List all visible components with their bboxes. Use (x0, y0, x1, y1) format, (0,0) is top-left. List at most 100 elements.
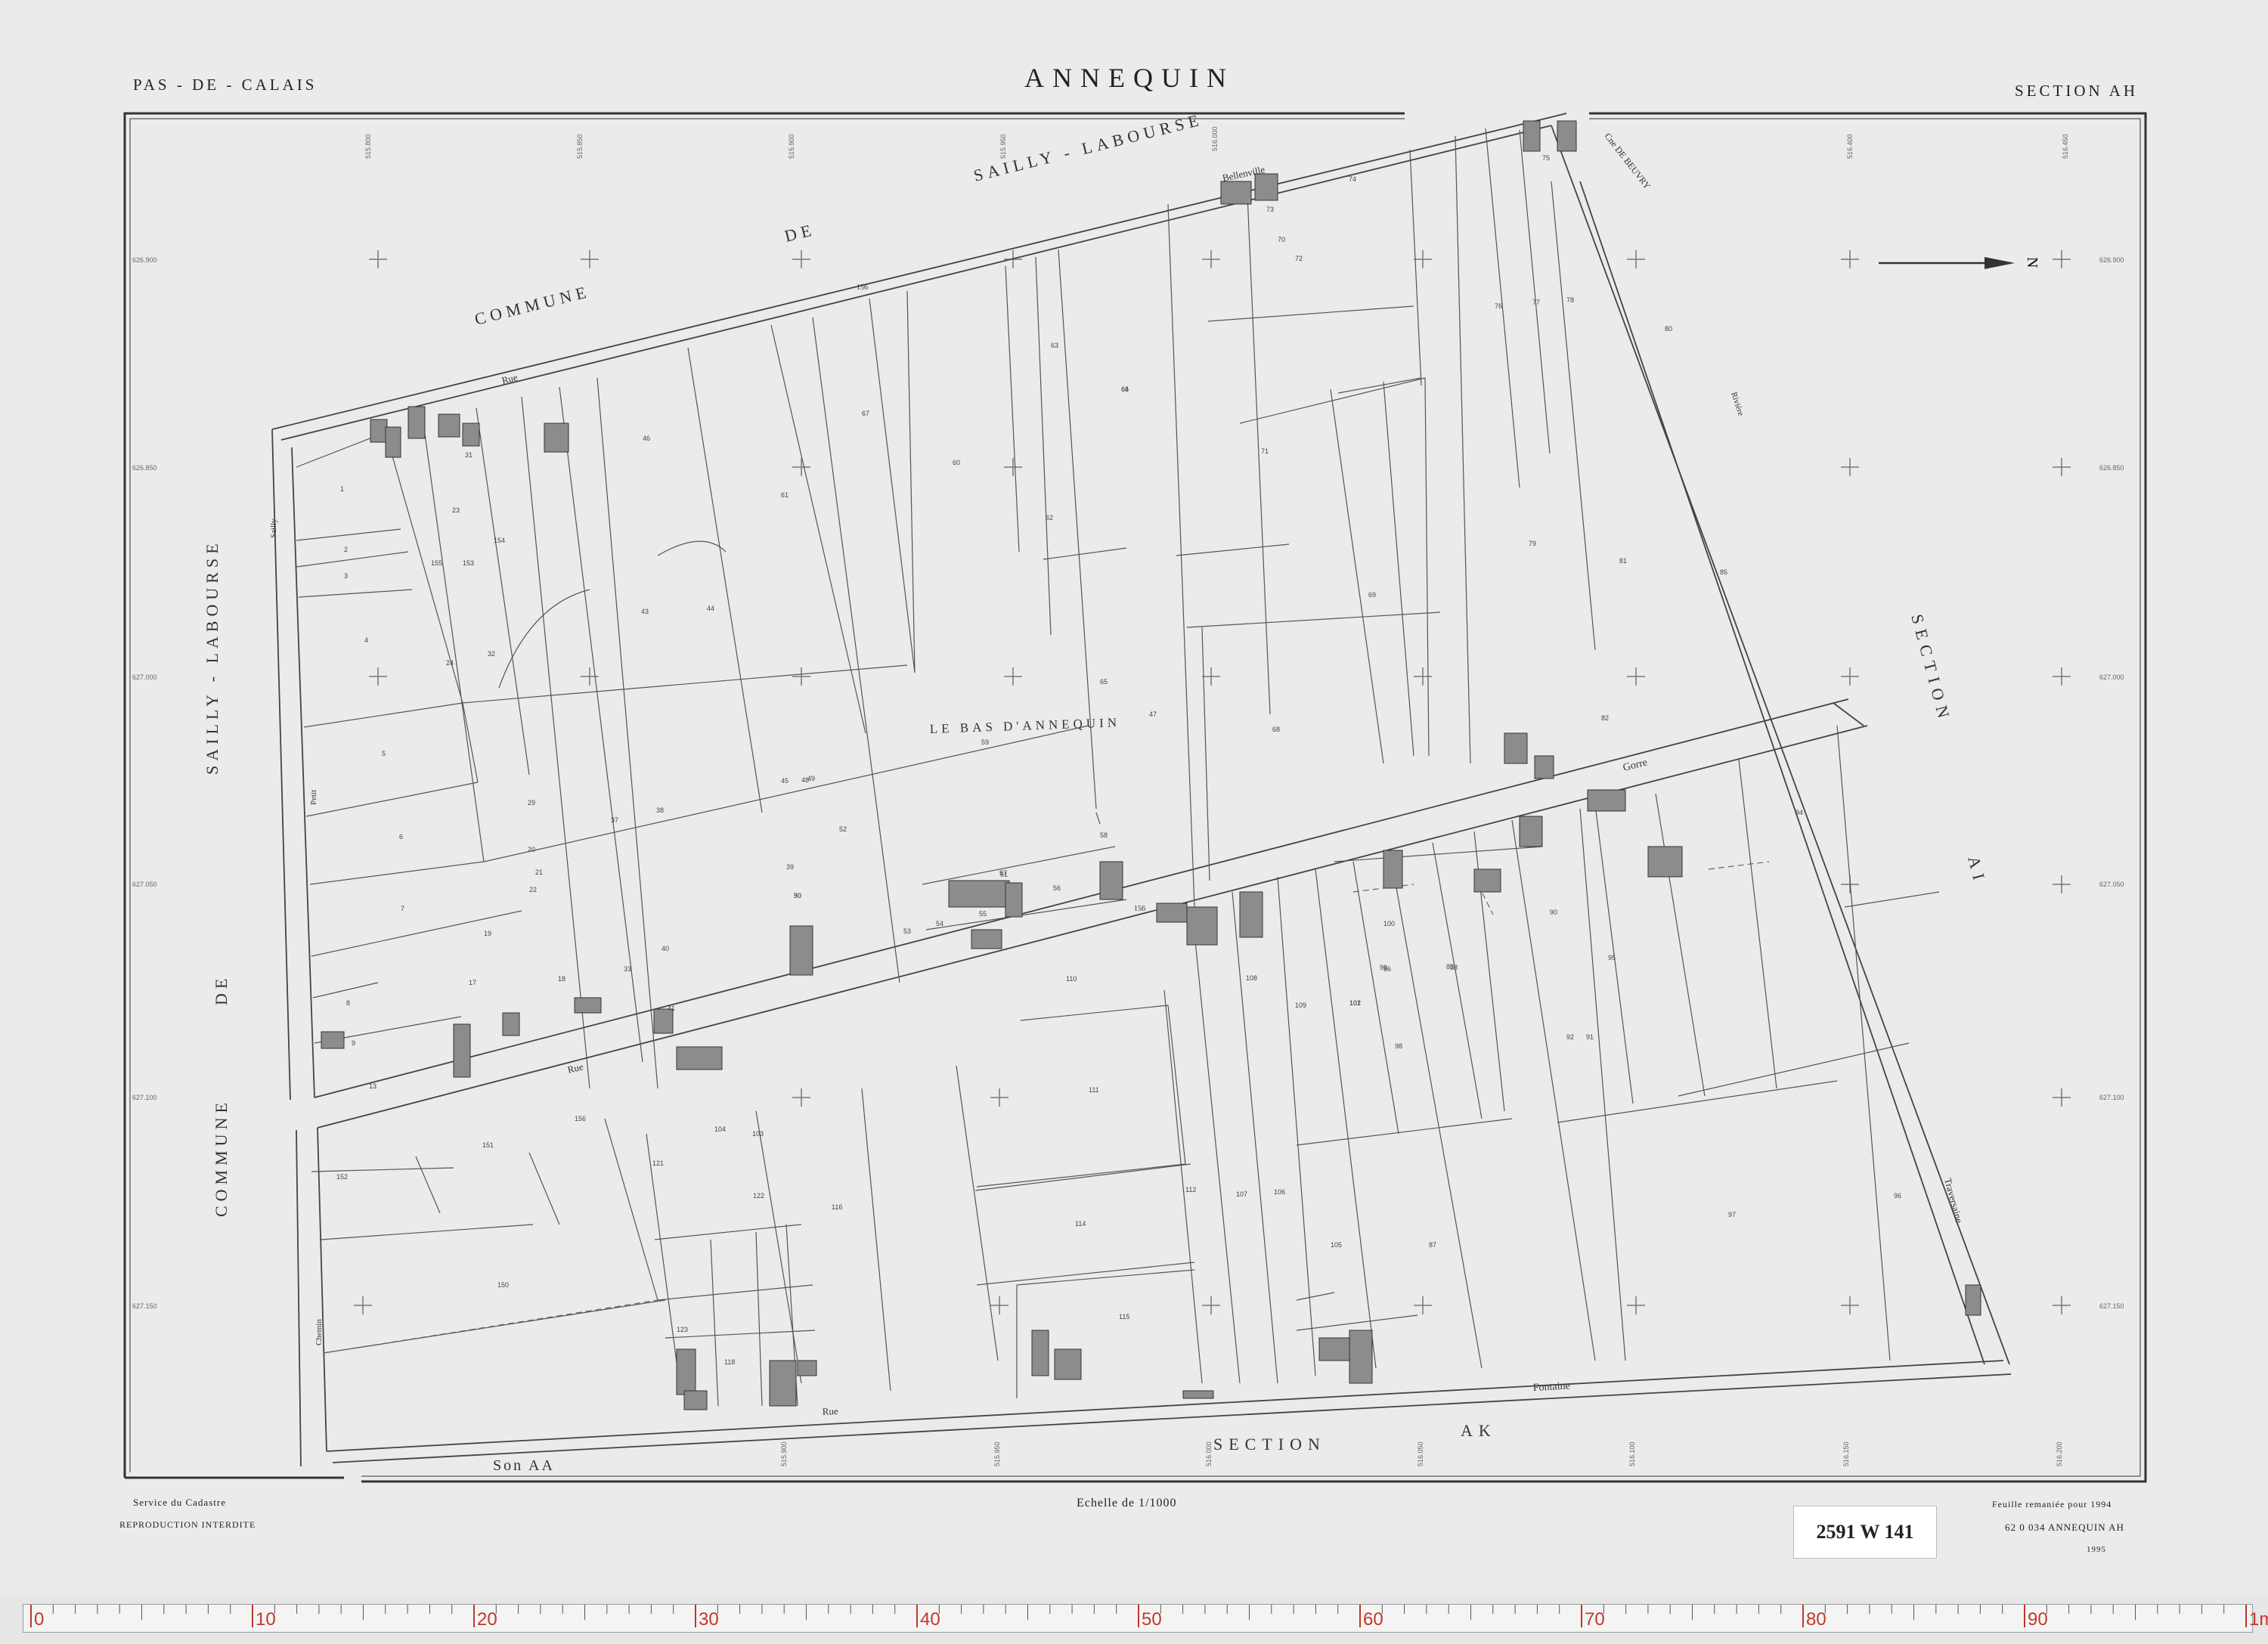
parcel-number-70: 70 (1278, 236, 1285, 243)
road-traversaine (1551, 125, 2010, 1365)
label-section-ak: SECTION (1213, 1435, 1326, 1454)
label-traversaine: Traversaine (1942, 1177, 1965, 1224)
parcel-number-29: 29 (528, 799, 535, 807)
parcel-number-115: 115 (1119, 1313, 1129, 1320)
label-commune-top: COMMUNE (472, 282, 592, 329)
parcel-number-43: 43 (641, 608, 649, 615)
parcel-number-46: 46 (643, 435, 650, 442)
parcel-number-108: 108 (1246, 974, 1257, 982)
parcel-number-111: 111 (1089, 1086, 1099, 1094)
parcel-number-23: 23 (452, 506, 460, 514)
parcel-number-78: 78 (1566, 296, 1574, 304)
label-gorre: Gorre (1622, 757, 1648, 773)
parcel-number-71: 71 (1261, 447, 1269, 455)
parcel-number-80: 80 (1665, 325, 1672, 333)
label-locality: LE BAS D'ANNEQUIN (929, 715, 1120, 736)
parcel-number-75: 75 (1542, 154, 1550, 162)
ruler-label: 40 (920, 1609, 940, 1630)
parcel-number-38: 38 (656, 807, 664, 814)
parcel-number-121: 121 (652, 1159, 664, 1167)
parcel-number-56: 56 (1053, 884, 1061, 892)
svg-text:515.900: 515.900 (780, 1441, 788, 1466)
roads (271, 113, 2012, 1467)
parcel-number-20: 20 (528, 846, 535, 853)
parcel-number-76: 76 (1495, 302, 1502, 310)
parcel-number-95: 95 (1608, 954, 1616, 961)
ruler-label: 1m (2249, 1609, 2268, 1630)
svg-text:516.400: 516.400 (1846, 134, 1854, 159)
code-156-mid: 156 (1134, 905, 1145, 913)
parcel-number-2: 2 (344, 546, 348, 553)
parcel-number-122: 122 (753, 1192, 764, 1200)
parcel-number-32: 32 (488, 650, 495, 658)
parcel-number-24: 24 (446, 659, 454, 667)
parcel-number-73: 73 (1266, 206, 1274, 213)
ruler-label: 10 (256, 1609, 276, 1630)
parcel-number-90: 90 (1550, 909, 1557, 916)
ruler-label: 0 (34, 1609, 45, 1630)
parcel-number-47: 47 (1149, 711, 1157, 718)
parcel-number-41: 41 (668, 1005, 675, 1012)
svg-text:516.200: 516.200 (2056, 1441, 2063, 1466)
label-chemin: Chemin (314, 1319, 324, 1345)
svg-text:627.150: 627.150 (2099, 1302, 2124, 1310)
parcel-number-103: 103 (752, 1130, 764, 1138)
north-letter: N (2024, 257, 2040, 268)
parcel-number-8: 8 (346, 999, 350, 1007)
parcel-number-74: 74 (1349, 175, 1356, 183)
parcel-number-87: 87 (1429, 1241, 1436, 1249)
ruler-label: 80 (1806, 1609, 1826, 1630)
coordinate-ticks: 515.800 515.850 515.900 515.950 516.000 … (132, 126, 2124, 1466)
label-de-left: DE (212, 974, 231, 1005)
place-labels: COMMUNE DE SAILLY - LABOURSE SAILLY - LA… (203, 110, 1990, 1474)
footer-service: Service du Cadastre (133, 1497, 226, 1508)
svg-text:516.100: 516.100 (1628, 1441, 1636, 1466)
svg-text:516.000: 516.000 (1211, 126, 1219, 151)
parcel-number-156: 156 (575, 1115, 586, 1122)
parcel-number-18: 18 (558, 975, 565, 983)
parcel-number-104: 104 (714, 1125, 726, 1133)
parcel-number-123: 123 (677, 1326, 688, 1333)
parcel-number-13: 13 (369, 1082, 376, 1090)
parcel-number-98: 98 (1395, 1042, 1402, 1050)
svg-text:627.050: 627.050 (2099, 881, 2124, 888)
parcel-number-150: 150 (497, 1281, 509, 1289)
svg-text:516.150: 516.150 (1842, 1441, 1850, 1466)
road-gorre (314, 698, 1849, 1098)
road-fontaine (326, 1360, 2004, 1452)
label-section-ak-letters: AK (1461, 1421, 1497, 1440)
parcel-number-60: 60 (953, 459, 960, 466)
parcel-number-52: 52 (839, 825, 847, 833)
parcel-number-89: 89 (1446, 963, 1454, 971)
parcel-number-1: 1 (340, 485, 344, 493)
parcel-number-153: 153 (463, 559, 474, 567)
parcel-number-99: 99 (1380, 964, 1387, 971)
grid-crosses (354, 250, 2071, 1314)
ruler-label: 30 (699, 1609, 719, 1630)
parcel-number-17: 17 (469, 979, 476, 986)
parcel-number-152: 152 (336, 1173, 348, 1181)
parcel-number-92: 92 (1566, 1033, 1574, 1041)
parcel-number-44: 44 (707, 605, 714, 612)
parcel-number-58: 58 (1100, 831, 1108, 839)
label-sailly-left: SAILLY - LABOURSE (203, 539, 222, 775)
parcel-number-100: 100 (1383, 920, 1395, 927)
parcel-number-154: 154 (494, 537, 505, 544)
footer-remaniee: Feuille remaniée pour 1994 (1992, 1499, 2112, 1509)
svg-text:626.900: 626.900 (2099, 256, 2124, 264)
svg-text:516.450: 516.450 (2062, 134, 2069, 159)
svg-text:515.850: 515.850 (576, 134, 584, 159)
parcel-number-91: 91 (1586, 1033, 1594, 1041)
parcel-number-57: 57 (999, 869, 1007, 877)
parcel-number-55: 55 (979, 910, 987, 918)
label-sailly-vertical: Sailly (269, 519, 278, 538)
parcel-boundaries (296, 128, 1940, 1407)
code-156-top: 156 (857, 283, 868, 292)
parcel-number-53: 53 (903, 927, 911, 935)
svg-text:515.950: 515.950 (993, 1441, 1001, 1466)
parcel-number-6: 6 (399, 833, 403, 841)
parcel-number-37: 37 (611, 816, 618, 824)
parcel-number-3: 3 (344, 572, 348, 580)
measuring-ruler: 0 10 20 30 40 50 60 70 80 90 1m (23, 1604, 2268, 1633)
svg-text:516.050: 516.050 (1417, 1441, 1424, 1466)
